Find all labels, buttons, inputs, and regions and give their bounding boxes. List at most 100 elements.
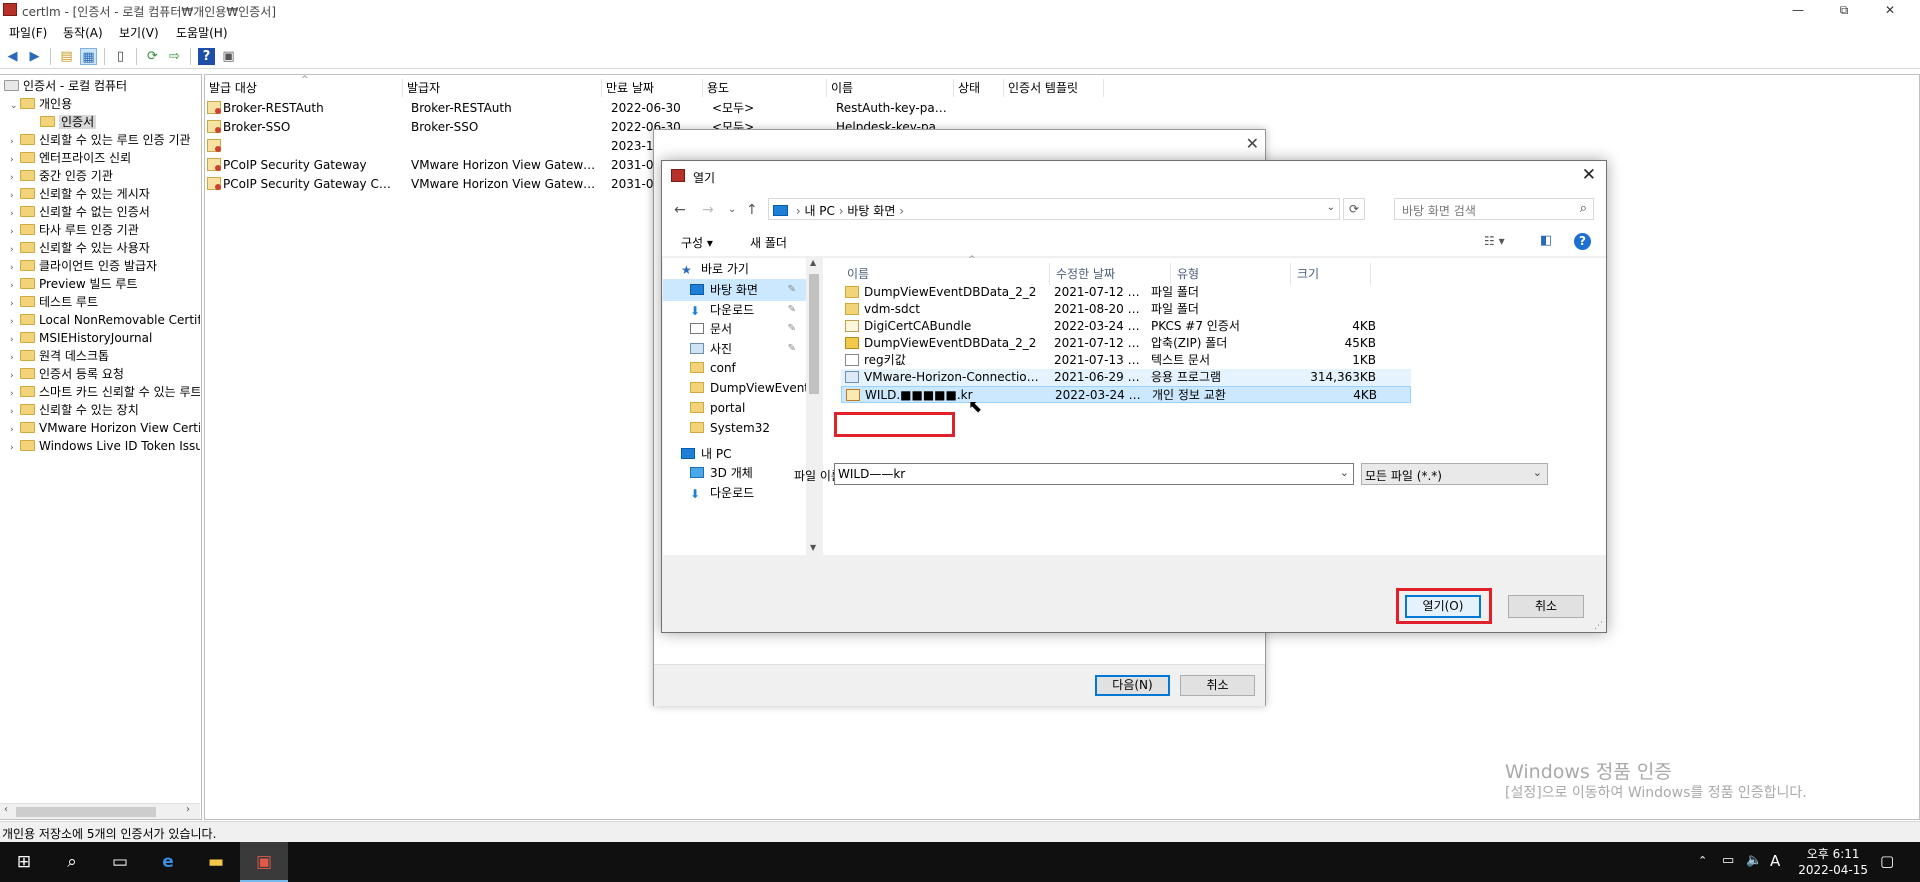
tree-item[interactable]: › 원격 데스크톱 <box>10 347 200 365</box>
back-arrow-icon[interactable]: ◀ <box>4 48 21 65</box>
tree-item[interactable]: › 신뢰할 수 있는 루트 인증 기관 <box>10 131 200 149</box>
nav-item[interactable]: ⬇ 다운로드 <box>663 482 806 504</box>
tree-item[interactable]: › 신뢰할 수 있는 장치 <box>10 401 200 419</box>
tree-item[interactable]: › 신뢰할 수 있는 게시자 <box>10 185 200 203</box>
scroll-up-icon[interactable]: ▲ <box>810 258 816 267</box>
expand-chevron-icon[interactable]: › <box>10 205 20 221</box>
open-dialog-close-icon[interactable]: ✕ <box>1582 165 1596 185</box>
menu-view[interactable]: 보기(V) <box>119 24 159 41</box>
col-name[interactable]: 이름 <box>827 79 954 97</box>
expand-chevron-icon[interactable]: › <box>10 421 20 437</box>
notifications-icon[interactable]: ▢ <box>1880 852 1894 870</box>
address-dropdown-icon[interactable]: ⌄ <box>1327 202 1335 213</box>
expand-chevron-icon[interactable]: › <box>10 187 20 203</box>
file-explorer-icon[interactable]: ▬ <box>192 842 240 882</box>
pin-icon[interactable]: ✎ <box>788 318 796 340</box>
properties-icon[interactable]: ▣ <box>220 48 237 65</box>
tree-item[interactable]: › 스마트 카드 신뢰할 수 있는 루트 <box>10 383 200 401</box>
col-status[interactable]: 상태 <box>954 79 1004 97</box>
nav-pane-scrollbar[interactable]: ▲ ▼ <box>807 258 821 555</box>
up-arrow-icon[interactable]: ↑ <box>746 202 758 218</box>
expand-chevron-icon[interactable]: › <box>10 223 20 239</box>
col-template[interactable]: 인증서 템플릿 <box>1004 79 1104 97</box>
table-row[interactable]: Broker-RESTAuth Broker-RESTAuth 2022-06-30… <box>205 99 1105 118</box>
nav-item[interactable]: System32 <box>663 417 806 439</box>
file-row[interactable]: reg키값 2021-07-13 오후... 텍스트 문서 1KB <box>841 352 1411 369</box>
breadcrumb-my-pc[interactable]: 내 PC <box>804 204 834 218</box>
tree-root[interactable]: 인증서 - 로컬 컴퓨터 <box>4 77 127 95</box>
search-box[interactable]: 바탕 화면 검색 ⌕ <box>1394 198 1594 220</box>
volume-muted-icon[interactable]: 🔈 <box>1746 853 1762 868</box>
scroll-down-icon[interactable]: ▼ <box>810 543 816 552</box>
expand-chevron-icon[interactable]: › <box>10 133 20 149</box>
recent-locations-chevron-icon[interactable]: ⌄ <box>728 204 736 215</box>
menu-file[interactable]: 파일(F) <box>9 24 47 41</box>
tree-certificates[interactable]: 인증서 <box>40 113 97 131</box>
refresh-icon[interactable]: ⟳ <box>1343 198 1365 220</box>
col-issuer[interactable]: 발급자 <box>403 79 602 97</box>
help-button[interactable]: ? <box>1574 233 1591 250</box>
wizard-close-icon[interactable]: ✕ <box>1246 134 1259 153</box>
tree-item[interactable]: › 인증서 등록 요청 <box>10 365 200 383</box>
nav-item[interactable]: conf <box>663 357 806 379</box>
search-icon[interactable]: ⌕ <box>48 842 96 882</box>
export-icon[interactable]: ⇨ <box>166 48 183 65</box>
col-expires[interactable]: 만료 날짜 <box>602 79 703 97</box>
cancel-button[interactable]: 취소 <box>1508 595 1584 618</box>
file-row[interactable]: WILD.■■■■■.kr 2022-03-24 오후... 개인 정보 교환 4KB <box>841 386 1411 403</box>
maximize-button[interactable]: ⧉ <box>1821 0 1867 20</box>
menu-action[interactable]: 동작(A) <box>63 24 103 41</box>
expand-chevron-icon[interactable]: › <box>10 295 20 311</box>
col-type[interactable]: 유형 <box>1171 263 1291 285</box>
nav-item[interactable]: 문서 ✎ <box>663 318 806 340</box>
copy-icon[interactable]: ▯ <box>112 48 129 65</box>
up-folder-icon[interactable]: ▤ <box>58 48 75 65</box>
new-folder-button[interactable]: 새 폴더 <box>750 234 787 251</box>
expand-chevron-icon[interactable]: › <box>10 151 20 167</box>
tree-item[interactable]: › 엔터프라이즈 신뢰 <box>10 149 200 167</box>
back-arrow-icon[interactable]: ← <box>674 202 686 218</box>
tree-personal[interactable]: ⌄ 개인용 <box>10 95 72 113</box>
wizard-next-button[interactable]: 다음(N) <box>1095 675 1170 696</box>
refresh-icon[interactable]: ⟳ <box>144 48 161 65</box>
tree-item[interactable]: › 중간 인증 기관 <box>10 167 200 185</box>
certlm-taskbar-icon[interactable]: ▣ <box>240 842 288 882</box>
expand-chevron-icon[interactable]: › <box>10 313 20 329</box>
tree-item[interactable]: › 타사 루트 인증 기관 <box>10 221 200 239</box>
menu-help[interactable]: 도움말(H) <box>176 24 228 41</box>
col-purpose[interactable]: 용도 <box>703 79 827 97</box>
tree-item[interactable]: › 클라이언트 인증 발급자 <box>10 257 200 275</box>
breadcrumb-desktop[interactable]: 바탕 화면 <box>847 204 895 218</box>
forward-arrow-icon[interactable]: → <box>702 202 714 218</box>
view-options-icon[interactable]: ☷ ▾ <box>1484 234 1505 248</box>
file-row[interactable]: DigiCertCABundle 2022-03-24 오후... PKCS #7 … <box>841 318 1411 335</box>
preview-pane-icon[interactable]: ◧ <box>1540 233 1552 248</box>
tree-item[interactable]: › 테스트 루트 <box>10 293 200 311</box>
tree-item[interactable]: › MSIEHistoryJournal <box>10 329 200 347</box>
nav-item[interactable]: ★ 바로 가기 <box>663 258 806 280</box>
tree-horizontal-scrollbar[interactable]: ‹ › <box>0 803 200 819</box>
collapse-chevron-icon[interactable]: ⌄ <box>10 97 20 115</box>
task-view-icon[interactable]: ▭ <box>96 842 144 882</box>
tree-item[interactable]: › 신뢰할 수 없는 인증서 <box>10 203 200 221</box>
system-clock[interactable]: 오후 6:11 2022-04-15 <box>1798 846 1868 878</box>
tray-chevron-up-icon[interactable]: ⌃ <box>1698 854 1707 867</box>
forward-arrow-icon[interactable]: ▶ <box>26 48 43 65</box>
expand-chevron-icon[interactable]: › <box>10 241 20 257</box>
wizard-cancel-button[interactable]: 취소 <box>1180 675 1255 696</box>
pin-icon[interactable]: ✎ <box>788 279 796 301</box>
col-file-name[interactable]: 이름 <box>841 263 1050 285</box>
tree-item[interactable]: ›VMware Horizon View Certificates <box>10 419 200 437</box>
address-bar[interactable]: › 내 PC › 바탕 화면 › ⌄ <box>768 198 1340 220</box>
expand-chevron-icon[interactable]: › <box>10 439 20 455</box>
expand-chevron-icon[interactable]: › <box>10 259 20 275</box>
show-tree-icon[interactable]: ▦ <box>80 48 97 65</box>
scroll-left-icon[interactable]: ‹ <box>4 804 8 815</box>
start-windows-icon[interactable]: ⊞ <box>0 842 48 882</box>
ime-indicator[interactable]: A <box>1770 852 1780 870</box>
file-type-select[interactable]: 모든 파일 (*.*) ⌄ <box>1361 463 1548 485</box>
nav-item[interactable]: portal <box>663 397 806 419</box>
expand-chevron-icon[interactable]: › <box>10 349 20 365</box>
expand-chevron-icon[interactable]: › <box>10 331 20 347</box>
expand-chevron-icon[interactable]: › <box>10 385 20 401</box>
